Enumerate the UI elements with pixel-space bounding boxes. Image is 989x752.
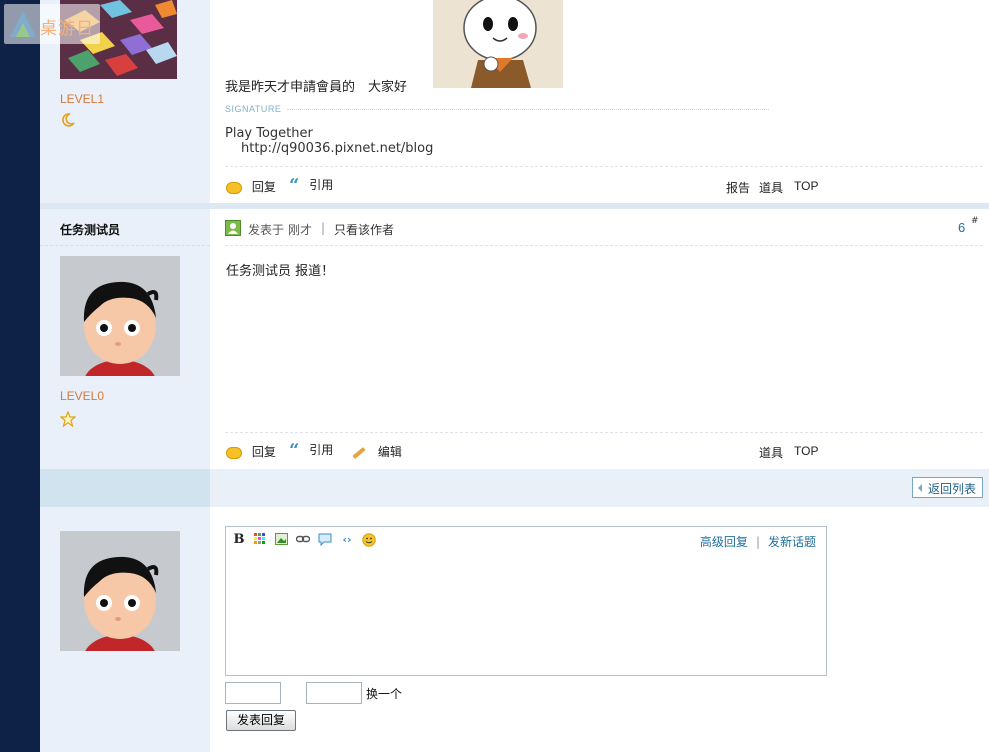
insert-image-icon[interactable]: [274, 533, 288, 547]
star-icon: [59, 410, 77, 430]
reply-button-post2[interactable]: 回复: [226, 443, 276, 460]
avatar-cartoon-boy: [60, 256, 180, 376]
signature-line1: Play Together: [225, 126, 313, 141]
signature-link[interactable]: http://q90036.pixnet.net/blog: [241, 141, 433, 156]
meta-divider: |: [321, 221, 326, 235]
avatar-post2[interactable]: [60, 256, 180, 376]
smiley-icon[interactable]: [362, 533, 376, 547]
color-palette-icon[interactable]: [253, 533, 267, 547]
only-author-link[interactable]: 只看该作者: [334, 221, 394, 238]
posted-label: 发表于: [248, 223, 285, 237]
reply-bubble-icon: [226, 446, 242, 459]
watermark-text: 桌游日: [40, 19, 94, 39]
avatar-current-user: [60, 531, 180, 651]
quote-label: 引用: [309, 443, 334, 457]
post2-header-divider: [225, 245, 983, 246]
avatar-cartoon-boy: [60, 531, 180, 651]
quote-icon: “: [289, 439, 300, 461]
user-level-post1: LEVEL1: [60, 92, 105, 106]
tools-link-post1[interactable]: 道具: [759, 179, 783, 196]
reply-bubble-icon: [226, 181, 242, 194]
reply-label: 回复: [251, 445, 276, 459]
floor-suffix: #: [971, 216, 979, 226]
quick-reply-editor: B ‹› 高级回复 | 发新话题: [225, 526, 827, 676]
site-watermark-logo: 桌游日: [4, 4, 100, 44]
advanced-reply-link[interactable]: 高级回复: [700, 535, 748, 549]
edit-button-post2[interactable]: 编辑: [352, 443, 402, 460]
mascot-image: [433, 0, 563, 88]
post2-action-divider: [225, 432, 983, 433]
captcha-input[interactable]: [225, 682, 281, 704]
top-link-post2[interactable]: TOP: [794, 444, 818, 458]
return-to-list-button[interactable]: 返回列表: [911, 477, 983, 498]
edit-label: 编辑: [377, 445, 402, 459]
reply-button-post1[interactable]: 回复: [226, 178, 276, 195]
reply-label: 回复: [251, 180, 276, 194]
watermark-icon: [10, 11, 36, 37]
return-label: 返回列表: [927, 482, 976, 496]
post1-action-divider: [225, 166, 983, 167]
quote-icon: “: [289, 174, 300, 196]
insert-link-icon[interactable]: [295, 533, 311, 547]
posted-time: 刚才: [288, 223, 313, 237]
quote-button-post2[interactable]: “ 引用: [289, 439, 334, 461]
tools-link-post2[interactable]: 道具: [759, 444, 783, 461]
post-separator: [40, 203, 989, 209]
captcha-refresh-link[interactable]: 换一个: [366, 685, 402, 702]
author-name-divider: [40, 245, 210, 246]
user-level-post2: LEVEL0: [60, 389, 105, 403]
insert-code-icon[interactable]: ‹›: [340, 533, 354, 547]
floor-number[interactable]: 6: [958, 220, 965, 235]
new-topic-link[interactable]: 发新话题: [768, 535, 816, 549]
submit-reply-button[interactable]: 发表回复: [226, 710, 296, 731]
return-bar-left: [40, 469, 210, 507]
insert-quote-icon[interactable]: [318, 533, 332, 547]
editor-link-divider: |: [755, 535, 760, 549]
author-name-post2[interactable]: 任务测试员: [60, 221, 120, 238]
arrow-left-icon: [917, 484, 922, 492]
pencil-icon: [352, 446, 366, 459]
post1-content: 我是昨天才申請會員的 大家好: [225, 80, 408, 95]
report-link[interactable]: 报告: [726, 179, 750, 196]
moon-icon: [60, 112, 76, 131]
user-profile-icon: [225, 220, 241, 236]
editor-links: 高级回复 | 发新话题: [700, 533, 816, 550]
signature-divider: [287, 109, 769, 110]
post-image-mascot: [433, 0, 563, 88]
top-link-post1[interactable]: TOP: [794, 179, 818, 193]
quote-button-post1[interactable]: “ 引用: [289, 174, 334, 196]
return-bar: [210, 469, 989, 507]
bold-button[interactable]: B: [232, 533, 246, 547]
quote-label: 引用: [309, 178, 334, 192]
reply-textarea[interactable]: [226, 553, 826, 675]
left-dark-bar: [0, 0, 40, 752]
editor-toolbar: B ‹› 高级回复 | 发新话题: [226, 527, 826, 553]
post2-content: 任务测试员 报道！: [226, 264, 335, 279]
captcha-image: [306, 682, 362, 704]
signature-label: SIGNATURE: [225, 104, 282, 114]
